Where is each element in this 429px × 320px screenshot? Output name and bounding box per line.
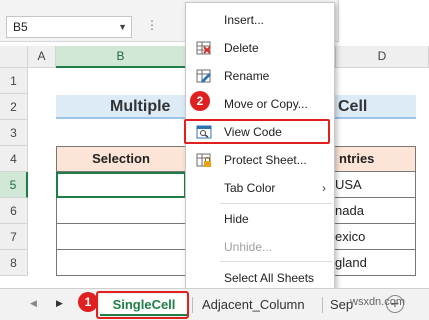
row-header-label: 3: [10, 126, 17, 140]
cell-country-1[interactable]: USA: [330, 172, 416, 198]
menu-item-rename[interactable]: Rename: [186, 64, 334, 88]
row-header-label: 2: [10, 100, 17, 114]
row-header-5[interactable]: 5: [0, 172, 28, 198]
country-label: USA: [335, 177, 362, 192]
row-header-label: 4: [10, 152, 17, 166]
title-text-right: Cell: [338, 98, 368, 115]
select-all-corner[interactable]: [0, 46, 28, 68]
header-countries-label: ntries: [339, 151, 375, 166]
view-code-callout-box: [184, 119, 330, 144]
step-badge-2: 2: [190, 91, 210, 111]
cell-b6[interactable]: [56, 198, 186, 224]
menu-item-select-all-sheets[interactable]: Select All Sheets: [186, 266, 334, 290]
menu-item-label: Move or Copy...: [224, 97, 308, 111]
tab-scroll-left-icon[interactable]: ◀: [30, 298, 37, 309]
menu-item-label: Hide: [224, 212, 249, 226]
country-label: exico: [335, 229, 366, 244]
protect-sheet-icon: [196, 152, 212, 168]
menu-item-label: Unhide...: [224, 240, 273, 254]
menu-item-protect-sheet[interactable]: Protect Sheet...: [186, 148, 334, 172]
sheet-context-menu: Insert... Delete Rename Move or Copy... …: [185, 2, 335, 296]
cell-b7[interactable]: [56, 224, 186, 250]
menu-separator: [220, 261, 332, 262]
tab-label: Adjacent_Column: [202, 297, 305, 312]
row-header-7[interactable]: 7: [0, 224, 28, 250]
delete-sheet-icon: [196, 40, 212, 56]
header-selection-label: Selection: [92, 151, 150, 166]
column-header-label: B: [116, 49, 125, 63]
formula-bar-dots-icon: ⋮: [146, 18, 159, 32]
title-text-left: Multiple: [110, 98, 171, 115]
menu-item-unhide: Unhide...: [186, 235, 334, 259]
menu-item-label: Rename: [224, 69, 270, 83]
formula-input[interactable]: [338, 0, 429, 42]
name-box-value: B5: [13, 20, 28, 34]
menu-item-insert[interactable]: Insert...: [186, 8, 334, 32]
menu-item-label: Insert...: [224, 13, 265, 27]
cell-country-3[interactable]: exico: [330, 224, 416, 250]
menu-item-label: Protect Sheet...: [224, 153, 307, 167]
step-badge-1: 1: [78, 292, 98, 312]
menu-item-hide[interactable]: Hide: [186, 207, 334, 231]
cell-b8[interactable]: [56, 250, 186, 276]
tab-adjacent-column[interactable]: Adjacent_Column: [196, 294, 311, 316]
header-cell-countries: ntries: [330, 146, 416, 172]
tab-divider: [322, 297, 323, 313]
menu-item-label: Delete: [224, 41, 259, 55]
country-label: gland: [335, 255, 367, 270]
column-header-label: D: [377, 49, 387, 63]
menu-separator: [220, 203, 332, 204]
chevron-down-icon[interactable]: ▼: [118, 17, 127, 37]
row-header-2[interactable]: 2: [0, 94, 28, 120]
row-header-4[interactable]: 4: [0, 146, 28, 172]
rename-icon: [196, 68, 212, 84]
name-box[interactable]: B5 ▼: [6, 16, 132, 38]
column-header-a[interactable]: A: [28, 46, 56, 68]
singlecell-callout-box: [96, 291, 189, 319]
row-header-3[interactable]: 3: [0, 120, 28, 146]
tab-scroll-right-icon[interactable]: ▶: [56, 298, 63, 309]
column-header-label: A: [37, 49, 46, 63]
header-cell-selection: Selection: [56, 146, 186, 172]
cell-b5-selected[interactable]: [56, 172, 186, 198]
row-header-1[interactable]: 1: [0, 68, 28, 94]
column-header-b[interactable]: B: [56, 46, 186, 68]
column-header-d[interactable]: D: [336, 46, 429, 68]
row-header-8[interactable]: 8: [0, 250, 28, 276]
menu-item-tab-color[interactable]: Tab Color ›: [186, 176, 334, 200]
menu-item-label: Select All Sheets: [224, 271, 315, 285]
row-header-label: 5: [9, 178, 17, 192]
menu-item-delete[interactable]: Delete: [186, 36, 334, 60]
row-header-label: 8: [10, 256, 17, 270]
menu-item-label: Tab Color: [224, 181, 276, 195]
row-header-label: 7: [10, 230, 17, 244]
row-header-label: 1: [10, 74, 17, 88]
tab-divider: [192, 297, 193, 313]
cell-country-2[interactable]: nada: [330, 198, 416, 224]
row-header-label: 6: [10, 204, 17, 218]
watermark: wsxdn.com: [350, 296, 406, 308]
cell-country-4[interactable]: gland: [330, 250, 416, 276]
row-header-6[interactable]: 6: [0, 198, 28, 224]
country-label: nada: [335, 203, 364, 218]
chevron-right-icon: ›: [322, 181, 326, 195]
